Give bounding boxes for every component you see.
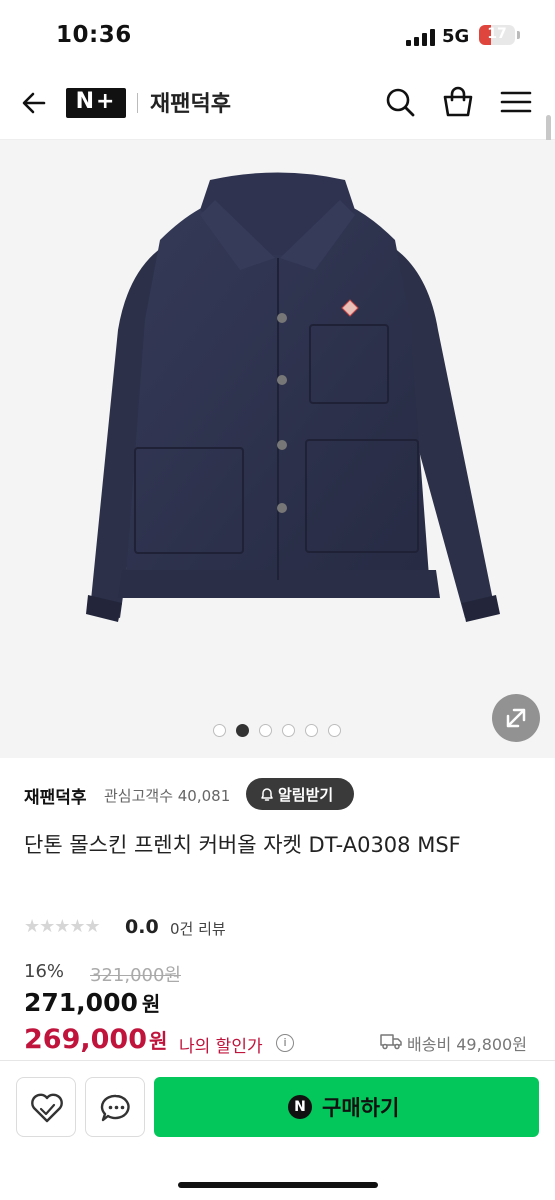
menu-button[interactable] bbox=[500, 86, 532, 118]
discount-rate: 16% bbox=[24, 961, 65, 982]
buy-label: 구매하기 bbox=[322, 1096, 400, 1120]
app-header: N+ 재팬덕후 bbox=[0, 72, 555, 140]
fans-count: 관심고객수 40,081 bbox=[104, 787, 231, 805]
signal-icon bbox=[406, 29, 436, 46]
battery-tip bbox=[517, 31, 520, 39]
wishlist-button[interactable] bbox=[16, 1077, 76, 1137]
gallery-dot[interactable] bbox=[213, 724, 226, 737]
status-time: 10:36 bbox=[56, 22, 132, 48]
gallery-dot-active[interactable] bbox=[236, 724, 249, 737]
store-info-row: 재팬덕후 관심고객수 40,081 알림받기 bbox=[24, 778, 544, 810]
rating-value: 0.0 bbox=[125, 916, 159, 938]
back-arrow-icon bbox=[22, 92, 46, 114]
gallery-dot[interactable] bbox=[259, 724, 272, 737]
shipping-info: 배송비 49,800원 bbox=[380, 1031, 540, 1054]
battery-icon: 17 bbox=[479, 25, 515, 45]
notify-button[interactable]: 알림받기 bbox=[246, 778, 354, 810]
jacket-image bbox=[86, 172, 500, 622]
sale-price: 271,000 원 bbox=[24, 988, 160, 1017]
heart-icon bbox=[31, 1093, 63, 1123]
brand-logo[interactable]: N+ bbox=[66, 88, 126, 118]
info-icon[interactable]: i bbox=[276, 1034, 294, 1052]
status-bar: 10:36 5G 17 bbox=[0, 0, 555, 72]
my-price-value: 269,000 bbox=[24, 1024, 147, 1055]
header-divider bbox=[137, 93, 138, 113]
bottom-action-bar: N 구매하기 bbox=[0, 1060, 555, 1200]
search-button[interactable] bbox=[384, 86, 416, 118]
notify-label: 알림받기 bbox=[278, 786, 334, 804]
expand-icon bbox=[506, 708, 526, 728]
product-image[interactable] bbox=[0, 140, 555, 758]
battery-level: 17 bbox=[487, 26, 507, 42]
menu-icon bbox=[500, 91, 532, 113]
buy-button[interactable]: N 구매하기 bbox=[154, 1077, 539, 1137]
store-name[interactable]: 재팬덕후 bbox=[24, 783, 87, 808]
shipping-fee: 배송비 49,800원 bbox=[407, 1035, 527, 1054]
star-rating-icon: ★★★★★ bbox=[24, 916, 101, 937]
network-label: 5G bbox=[442, 26, 470, 47]
my-price-label: 나의 할인가 bbox=[179, 1037, 263, 1057]
gallery-dot[interactable] bbox=[328, 724, 341, 737]
brand-logo-text: N+ bbox=[75, 89, 117, 114]
gallery-dot[interactable] bbox=[282, 724, 295, 737]
sale-price-unit: 원 bbox=[141, 992, 161, 1016]
header-store-name[interactable]: 재팬덕후 bbox=[150, 86, 231, 118]
cart-button[interactable] bbox=[442, 86, 474, 118]
rating-row[interactable]: ★★★★★ 0.0 0건 리뷰 bbox=[24, 916, 324, 940]
my-price-unit: 원 bbox=[148, 1029, 168, 1053]
chat-button[interactable] bbox=[85, 1077, 145, 1137]
original-price: 321,000원 bbox=[90, 965, 181, 986]
search-icon bbox=[386, 88, 415, 117]
sale-price-value: 271,000 bbox=[24, 988, 138, 1017]
expand-image-button[interactable] bbox=[492, 694, 540, 742]
chat-bubble-icon bbox=[100, 1094, 130, 1122]
review-count[interactable]: 0건 리뷰 bbox=[170, 918, 226, 939]
shopping-bag-icon bbox=[443, 86, 473, 117]
bell-plus-icon bbox=[261, 788, 273, 801]
back-button[interactable] bbox=[18, 86, 52, 120]
truck-icon bbox=[380, 1034, 402, 1050]
gallery-dot[interactable] bbox=[305, 724, 318, 737]
product-title: 단톤 몰스킨 프렌치 커버올 자켓 DT-A0308 MSF bbox=[24, 833, 461, 857]
my-price: 269,000 원 bbox=[24, 1024, 167, 1055]
naver-pay-badge: N bbox=[288, 1095, 312, 1119]
home-indicator[interactable] bbox=[178, 1182, 378, 1188]
